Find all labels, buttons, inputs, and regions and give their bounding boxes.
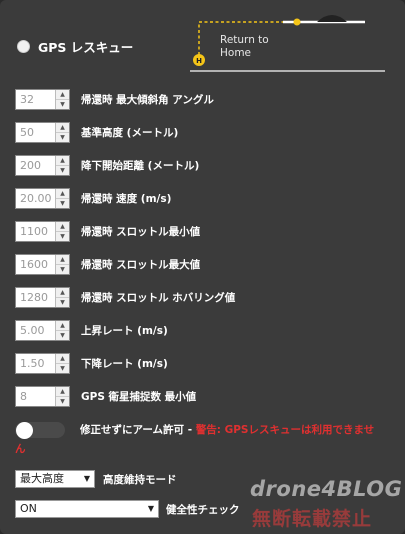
spin-up-icon[interactable]: ▲ — [56, 321, 69, 330]
spin-up-icon[interactable]: ▲ — [56, 354, 69, 363]
spin-up-icon[interactable]: ▲ — [56, 288, 69, 297]
arm-without-fix-toggle[interactable] — [15, 422, 65, 439]
spin-down-icon[interactable]: ▼ — [56, 231, 69, 241]
watermark-logo: drone4BLOG — [250, 477, 403, 501]
setting-label: 帰還時 スロットル最小値 — [81, 226, 201, 238]
spin-down-icon[interactable]: ▼ — [56, 264, 69, 274]
spin-down-icon[interactable]: ▼ — [56, 132, 69, 142]
spin-up-icon[interactable]: ▲ — [56, 387, 69, 396]
spin-up-icon[interactable]: ▲ — [56, 222, 69, 231]
spin-down-icon[interactable]: ▼ — [56, 99, 69, 109]
setting-row-min-sats: 8 ▲ ▼ GPS 衛星捕捉数 最小値 — [15, 386, 196, 407]
setting-label: 帰還時 スロットル ホバリング値 — [81, 292, 236, 304]
setting-row-ascend-rate: 5.00 ▲ ▼ 上昇レート (m/s) — [15, 320, 168, 341]
arm-without-fix-label: 修正せずにアーム許可 - 警告: GPSレスキューは利用できませ — [80, 424, 375, 436]
min-sats-input[interactable]: 8 ▲ ▼ — [15, 386, 70, 407]
spin-up-icon[interactable]: ▲ — [56, 189, 69, 198]
gps-rescue-warning-cont: ん — [15, 443, 26, 455]
spin-down-icon[interactable]: ▼ — [56, 396, 69, 406]
setting-label: 下降レート (m/s) — [81, 358, 168, 370]
throttle-max-input[interactable]: 1600 ▲ ▼ — [15, 254, 70, 275]
spin-down-icon[interactable]: ▼ — [56, 330, 69, 340]
chevron-down-icon: ▼ — [147, 504, 154, 513]
throttle-hover-input[interactable]: 1280 ▲ ▼ — [15, 287, 70, 308]
throttle-min-input[interactable]: 1100 ▲ ▼ — [15, 221, 70, 242]
drone-position-marker — [293, 18, 301, 26]
watermark-notice: 無断転載禁止 — [252, 508, 373, 530]
setting-label: 上昇レート (m/s) — [81, 325, 168, 337]
descent-distance-input[interactable]: 200 ▲ ▼ — [15, 155, 70, 176]
setting-label: GPS 衛星捕捉数 最小値 — [81, 391, 197, 403]
gps-rescue-label: GPS レスキュー — [38, 40, 134, 55]
spin-down-icon[interactable]: ▼ — [56, 363, 69, 373]
spin-up-icon[interactable]: ▲ — [56, 156, 69, 165]
altitude-mode-label: 高度維持モード — [103, 474, 177, 486]
spin-up-icon[interactable]: ▲ — [56, 90, 69, 99]
setting-label: 降下開始距離 (メートル) — [81, 160, 200, 172]
setting-row-throttle-min: 1100 ▲ ▼ 帰還時 スロットル最小値 — [15, 221, 200, 242]
sanity-check-select[interactable]: ON ▼ — [15, 500, 159, 518]
descend-rate-input[interactable]: 1.50 ▲ ▼ — [15, 353, 70, 374]
ascend-rate-input[interactable]: 5.00 ▲ ▼ — [15, 320, 70, 341]
setting-row-initial-altitude: 50 ▲ ▼ 基準高度 (メートル) — [15, 122, 178, 143]
altitude-mode-select[interactable]: 最大高度 ▼ — [15, 470, 95, 488]
spin-up-icon[interactable]: ▲ — [56, 255, 69, 264]
spin-down-icon[interactable]: ▼ — [56, 165, 69, 175]
gps-rescue-option[interactable]: GPS レスキュー — [17, 37, 133, 56]
chevron-down-icon: ▼ — [83, 474, 90, 483]
gps-rescue-radio[interactable] — [17, 40, 30, 53]
spin-down-icon[interactable]: ▼ — [56, 297, 69, 307]
setting-label: 帰還時 最大傾斜角 アングル — [81, 94, 214, 106]
initial-altitude-input[interactable]: 50 ▲ ▼ — [15, 122, 70, 143]
setting-row-descent-distance: 200 ▲ ▼ 降下開始距離 (メートル) — [15, 155, 199, 176]
gps-rescue-warning: 警告: GPSレスキューは利用できませ — [195, 424, 375, 436]
setting-row-throttle-max: 1600 ▲ ▼ 帰還時 スロットル最大値 — [15, 254, 200, 275]
sanity-check-label: 健全性チェック — [166, 504, 240, 516]
setting-row-rescue-speed: 20.00 ▲ ▼ 帰還時 速度 (m/s) — [15, 188, 171, 209]
toggle-knob — [16, 422, 33, 439]
setting-row-max-angle: 32 ▲ ▼ 帰還時 最大傾斜角 アングル — [15, 89, 214, 110]
setting-label: 基準高度 (メートル) — [81, 127, 179, 139]
setting-row-throttle-hover: 1280 ▲ ▼ 帰還時 スロットル ホバリング値 — [15, 287, 235, 308]
max-angle-input[interactable]: 32 ▲ ▼ — [15, 89, 70, 110]
gps-rescue-panel: GPS レスキュー H Return to Home 32 ▲ ▼ 帰還時 最大傾… — [0, 0, 405, 534]
return-to-home-caption: Return to Home — [220, 34, 269, 59]
svg-text:H: H — [196, 57, 202, 65]
setting-row-descend-rate: 1.50 ▲ ▼ 下降レート (m/s) — [15, 353, 168, 374]
setting-label: 帰還時 スロットル最大値 — [81, 259, 201, 271]
spin-up-icon[interactable]: ▲ — [56, 123, 69, 132]
spin-down-icon[interactable]: ▼ — [56, 198, 69, 208]
rescue-speed-input[interactable]: 20.00 ▲ ▼ — [15, 188, 70, 209]
setting-label: 帰還時 速度 (m/s) — [81, 193, 172, 205]
